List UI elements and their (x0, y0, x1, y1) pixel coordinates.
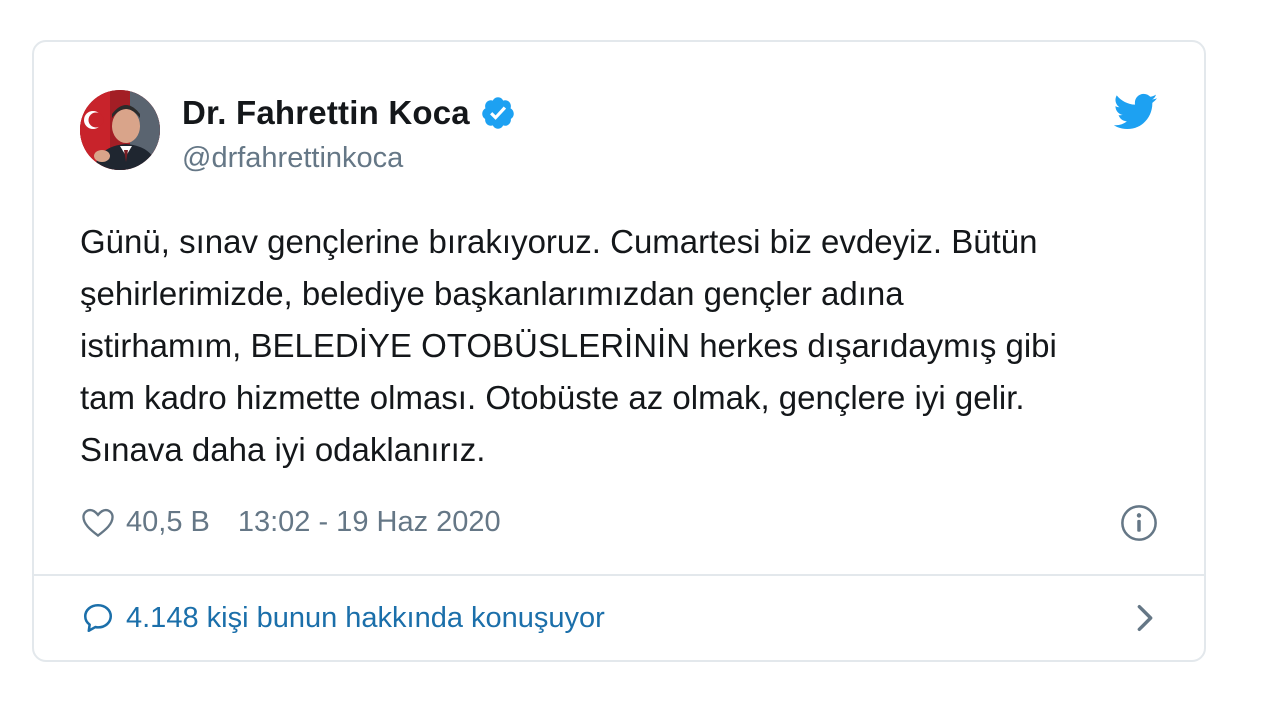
tweet-card: Dr. Fahrettin Koca @drfahrettinkoca Günü… (32, 40, 1206, 662)
avatar[interactable] (80, 90, 160, 170)
tweet-meta: 40,5 B 13:02 - 19 Haz 2020 (80, 502, 501, 542)
twitter-bird-icon[interactable] (1114, 92, 1158, 132)
speech-bubble-icon (83, 603, 113, 633)
conversation-link[interactable]: 4.148 kişi bunun hakkında konuşuyor (80, 596, 1158, 640)
author-row: Dr. Fahrettin Koca (182, 94, 516, 132)
tweet-text: Günü, sınav gençlerine bırakıyoruz. Cuma… (80, 223, 1057, 468)
author-name[interactable]: Dr. Fahrettin Koca (182, 94, 470, 132)
chevron-right-icon[interactable] (1132, 601, 1158, 635)
heart-icon[interactable] (80, 506, 116, 538)
author-handle[interactable]: @drfahrettinkoca (182, 142, 403, 175)
avatar-image (80, 90, 160, 170)
divider (34, 574, 1204, 576)
info-icon[interactable] (1120, 504, 1158, 542)
conversation-label[interactable]: 4.148 kişi bunun hakkında konuşuyor (126, 602, 605, 635)
verified-badge-icon (482, 97, 514, 129)
like-count[interactable]: 40,5 B (126, 506, 210, 539)
tweet-timestamp[interactable]: 13:02 - 19 Haz 2020 (238, 506, 501, 539)
